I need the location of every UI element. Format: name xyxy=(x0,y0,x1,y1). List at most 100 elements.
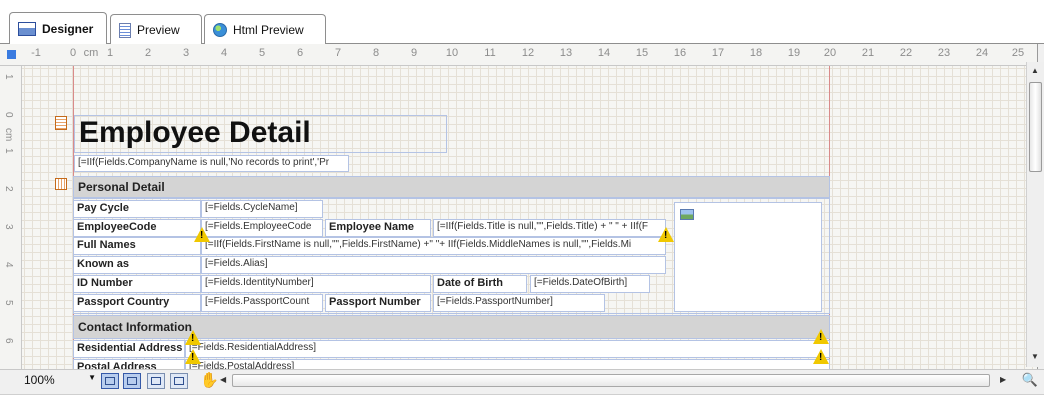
id-number-value[interactable]: [=Fields.IdentityNumber] xyxy=(201,275,431,293)
ruler-corner-button[interactable] xyxy=(7,50,16,59)
employee-code-value[interactable]: [=Fields.EmployeeCode xyxy=(201,219,323,237)
photo-frame[interactable] xyxy=(674,202,822,312)
ruler-label: 23 xyxy=(937,47,951,59)
warning-icon[interactable]: ! xyxy=(813,329,829,344)
ruler-label: 21 xyxy=(861,47,875,59)
pay-cycle-label[interactable]: Pay Cycle xyxy=(73,200,201,218)
detail-section-icon xyxy=(55,178,67,190)
ruler-label: 15 xyxy=(635,47,649,59)
ruler-unit-label: cm xyxy=(83,47,99,59)
show-grid-button[interactable] xyxy=(101,373,119,389)
grid-icon xyxy=(105,377,115,385)
ruler-label: 20 xyxy=(823,47,837,59)
ruler-label: 5 xyxy=(3,300,14,306)
known-as-label[interactable]: Known as xyxy=(73,256,201,274)
warning-icon[interactable]: ! xyxy=(658,227,674,242)
employee-name-label[interactable]: Employee Name xyxy=(325,219,431,237)
zoom-select[interactable]: 100% ▼ xyxy=(24,373,96,389)
ruler-toggle-button[interactable] xyxy=(170,373,188,389)
personal-detail-header[interactable]: Personal Detail xyxy=(73,176,830,198)
ruler-icon xyxy=(174,377,184,385)
ruler-label: 13 xyxy=(559,47,573,59)
date-of-birth-label[interactable]: Date of Birth xyxy=(433,275,527,293)
report-header-icon xyxy=(55,116,67,130)
passport-country-label[interactable]: Passport Country xyxy=(73,294,201,312)
id-number-label[interactable]: ID Number xyxy=(73,275,201,293)
horizontal-ruler: -1 0 cm 1 2 3 4 5 6 7 8 9 10 11 12 13 14… xyxy=(0,44,1037,66)
ruler-label: 25 xyxy=(1011,47,1025,59)
warning-icon[interactable]: ! xyxy=(185,330,201,345)
ruler-label: 6 xyxy=(296,47,304,59)
ruler-unit-label: cm xyxy=(3,128,14,142)
company-name-expression[interactable]: [=IIf(Fields.CompanyName is null,'No rec… xyxy=(74,155,349,172)
magnifier-icon[interactable]: 🔍 xyxy=(1022,372,1038,388)
horizontal-scroll-thumb[interactable] xyxy=(232,374,990,387)
hand-pan-icon[interactable]: ✋ xyxy=(200,371,219,389)
passport-country-value[interactable]: [=Fields.PassportCount xyxy=(201,294,323,312)
tab-preview[interactable]: Preview xyxy=(110,14,202,45)
residential-address-label[interactable]: Residential Address xyxy=(73,340,185,358)
ruler-label: 3 xyxy=(182,47,190,59)
snap-to-grid-button[interactable] xyxy=(123,373,141,389)
ruler-label: 1 xyxy=(106,47,114,59)
ruler-label: 1 xyxy=(3,148,14,154)
scroll-right-icon[interactable]: ▶ xyxy=(1000,375,1006,384)
residential-address-value[interactable]: [=Fields.ResidentialAddress] xyxy=(185,340,830,358)
image-placeholder-icon xyxy=(680,209,694,220)
section-view-button[interactable] xyxy=(147,373,165,389)
employee-name-value[interactable]: [=IIf(Fields.Title is null,"",Fields.Tit… xyxy=(433,219,666,237)
tab-label: Html Preview xyxy=(233,23,304,37)
zoom-value: 100% xyxy=(24,373,55,387)
postal-address-value[interactable]: [=Fields.PostalAddress] xyxy=(185,359,830,369)
report-title[interactable]: Employee Detail xyxy=(74,115,447,153)
ruler-label: 8 xyxy=(372,47,380,59)
design-surface[interactable]: -1 0 cm 1 2 3 4 5 6 7 8 9 10 11 12 13 14… xyxy=(0,44,1038,369)
known-as-value[interactable]: [=Fields.Alias] xyxy=(201,256,666,274)
tab-label: Preview xyxy=(137,23,180,37)
ruler-label: 17 xyxy=(711,47,725,59)
ruler-label: 4 xyxy=(3,262,14,268)
full-names-label[interactable]: Full Names xyxy=(73,237,201,255)
postal-address-label[interactable]: Postal Address xyxy=(73,359,185,369)
scroll-down-icon[interactable]: ▼ xyxy=(1031,352,1039,361)
ruler-label: 5 xyxy=(258,47,266,59)
snap-icon xyxy=(127,377,137,385)
ruler-label: 0 xyxy=(69,47,77,59)
ruler-label: 2 xyxy=(144,47,152,59)
warning-icon[interactable]: ! xyxy=(185,349,201,364)
ruler-label: -1 xyxy=(31,47,41,59)
full-names-value[interactable]: [=IIf(Fields.FirstName is null,"",Fields… xyxy=(201,237,666,255)
status-bar xyxy=(0,394,1044,411)
section-icon xyxy=(151,377,161,385)
passport-number-value[interactable]: [=Fields.PassportNumber] xyxy=(433,294,605,312)
passport-number-label[interactable]: Passport Number xyxy=(325,294,431,312)
ruler-label: 22 xyxy=(899,47,913,59)
warning-icon[interactable]: ! xyxy=(813,349,829,364)
preview-icon xyxy=(119,22,131,38)
vertical-ruler: 1 0 cm 1 2 3 4 5 6 xyxy=(0,66,22,369)
ruler-label: 19 xyxy=(787,47,801,59)
ruler-label: 18 xyxy=(749,47,763,59)
pay-cycle-value[interactable]: [=Fields.CycleName] xyxy=(201,200,323,218)
tab-designer[interactable]: Designer xyxy=(9,12,107,45)
employee-code-label[interactable]: EmployeeCode xyxy=(73,219,201,237)
ruler-label: 7 xyxy=(334,47,342,59)
report-designer-window: Designer Preview Html Preview -1 0 cm 1 … xyxy=(0,0,1044,411)
ruler-label: 1 xyxy=(3,74,14,80)
ruler-label: 12 xyxy=(521,47,535,59)
horizontal-scrollbar[interactable]: ◀ ▶ xyxy=(218,373,1013,389)
ruler-label: 24 xyxy=(975,47,989,59)
tab-html-preview[interactable]: Html Preview xyxy=(204,14,326,45)
ruler-label: 4 xyxy=(220,47,228,59)
ruler-label: 0 xyxy=(3,112,14,118)
ruler-label: 16 xyxy=(673,47,687,59)
scroll-up-icon[interactable]: ▲ xyxy=(1031,66,1039,75)
ruler-label: 2 xyxy=(3,186,14,192)
date-of-birth-value[interactable]: [=Fields.DateOfBirth] xyxy=(530,275,650,293)
vertical-scroll-thumb[interactable] xyxy=(1029,82,1042,172)
warning-icon[interactable]: ! xyxy=(194,227,210,242)
ruler-label: 11 xyxy=(484,47,496,59)
scroll-left-icon[interactable]: ◀ xyxy=(220,375,226,384)
chevron-down-icon[interactable]: ▼ xyxy=(88,373,96,382)
vertical-scrollbar[interactable]: ▲ ▼ xyxy=(1026,62,1044,367)
